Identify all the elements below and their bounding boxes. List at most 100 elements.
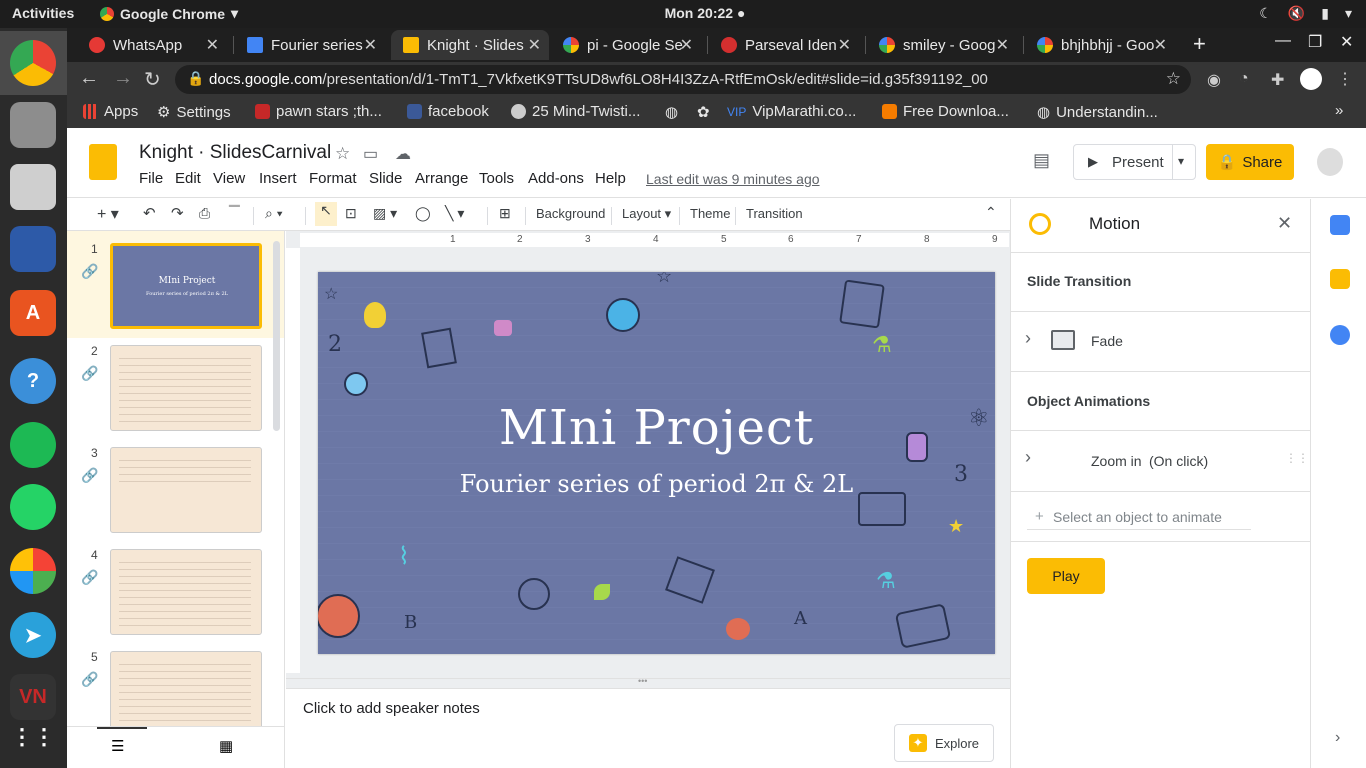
star-icon[interactable]: ☆ xyxy=(335,144,350,164)
speaker-notes[interactable]: Click to add speaker notes ✦ Explore xyxy=(286,688,1010,768)
new-slide-icon[interactable]: + ▾ xyxy=(97,204,119,224)
speaker-notes-placeholder[interactable]: Click to add speaker notes xyxy=(303,700,480,717)
account-avatar[interactable] xyxy=(1317,148,1343,176)
tab-bhjhbhjj-google[interactable]: bhjhbhjj - Goo ✕ xyxy=(1025,30,1175,60)
link-icon[interactable]: 🔗 xyxy=(81,263,98,280)
menu-format[interactable]: Format xyxy=(309,170,357,187)
present-dropdown-icon[interactable]: ▾ xyxy=(1178,154,1184,168)
image-icon[interactable]: ▨ ▾ xyxy=(373,205,397,222)
menu-edit[interactable]: Edit xyxy=(175,170,201,187)
bookmark-star-icon[interactable]: ☆ xyxy=(1166,69,1181,89)
text-box-icon[interactable]: ⊡ xyxy=(345,205,357,222)
slide-thumbnail-2[interactable] xyxy=(110,345,262,431)
menu-file[interactable]: File xyxy=(139,170,163,187)
menu-insert[interactable]: Insert xyxy=(259,170,297,187)
close-icon[interactable]: ✕ xyxy=(528,35,541,55)
spotify-dock-icon[interactable] xyxy=(10,422,56,468)
menu-help[interactable]: Help xyxy=(595,170,626,187)
bookmark-free-download[interactable]: Free Downloa... xyxy=(882,103,1009,120)
profile-avatar[interactable] xyxy=(1300,68,1322,90)
bookmark-apps[interactable]: Apps xyxy=(83,103,138,120)
layout-button[interactable]: Layout ▾ xyxy=(622,206,671,222)
activities-button[interactable]: Activities xyxy=(12,5,74,21)
chrome-dock-icon[interactable] xyxy=(10,40,56,86)
line-icon[interactable]: ╲ ▾ xyxy=(445,205,464,222)
comment-add-icon[interactable]: ⊞ xyxy=(499,205,511,222)
show-apps-icon[interactable]: ⋮⋮ xyxy=(10,714,56,760)
extension-icon[interactable]: ◉ xyxy=(1207,70,1221,90)
slide-thumbnail-3[interactable] xyxy=(110,447,262,533)
globe-icon[interactable]: ◍ xyxy=(665,103,678,121)
chevron-right-icon[interactable]: › xyxy=(1335,729,1340,747)
telegram-dock-icon[interactable]: ➤ xyxy=(10,612,56,658)
grid-view-icon[interactable]: ▦ xyxy=(219,737,233,755)
tab-whatsapp[interactable]: WhatsApp ✕ xyxy=(77,30,227,60)
forward-icon[interactable]: → xyxy=(113,67,133,90)
tab-pi-google-search[interactable]: pi - Google Se ✕ xyxy=(551,30,701,60)
speaker-dock-icon[interactable] xyxy=(10,164,56,210)
clock[interactable]: Mon 20:22 ● xyxy=(640,5,770,21)
slide-thumbnail-1[interactable]: MIni Project Fourier series of period 2π… xyxy=(110,243,262,329)
tab-knight-slides[interactable]: Knight · Slides ✕ xyxy=(391,30,549,60)
document-title[interactable]: Knight · SlidesCarnival xyxy=(139,142,331,164)
link-icon[interactable]: 🔗 xyxy=(81,365,98,382)
print-icon[interactable]: ⎙ xyxy=(199,205,210,222)
close-icon[interactable]: ✕ xyxy=(1154,35,1167,55)
move-folder-icon[interactable]: ▭ xyxy=(363,144,378,164)
back-icon[interactable]: ← xyxy=(79,67,99,90)
play-button[interactable]: Play xyxy=(1027,558,1105,594)
tab-parseval-identity[interactable]: Parseval Iden ✕ xyxy=(709,30,859,60)
transition-button[interactable]: Transition xyxy=(746,206,803,221)
redo-icon[interactable]: ↷ xyxy=(171,204,184,222)
close-icon[interactable]: ✕ xyxy=(206,35,219,55)
reload-icon[interactable]: ↻ xyxy=(144,67,161,92)
puzzle-icon[interactable]: ✚ xyxy=(1271,70,1284,90)
menu-addons[interactable]: Add-ons xyxy=(528,170,584,187)
maximize-icon[interactable]: ❐ xyxy=(1308,32,1322,52)
system-tray[interactable]: ☾ 🔇 ▮ ▾ xyxy=(1259,5,1352,22)
explore-button[interactable]: ✦ Explore xyxy=(894,724,994,762)
app-menu[interactable]: Google Chrome ▾ xyxy=(100,5,238,22)
bookmark-pawn-stars[interactable]: pawn stars ;th... xyxy=(255,103,382,120)
background-button[interactable]: Background xyxy=(536,206,605,221)
close-icon[interactable]: ✕ xyxy=(838,35,851,55)
notes-resize-handle[interactable]: ••• xyxy=(286,676,1010,688)
tab-fourier-series[interactable]: Fourier series ✕ xyxy=(235,30,385,60)
files-dock-icon[interactable] xyxy=(10,102,56,148)
new-tab-icon[interactable]: + xyxy=(1193,31,1206,57)
bookmark-settings[interactable]: ⚙ Settings xyxy=(157,103,231,122)
collapse-toolbar-icon[interactable]: ⌃ xyxy=(985,204,997,221)
comments-icon[interactable]: ▤ xyxy=(1033,150,1050,171)
writer-dock-icon[interactable] xyxy=(10,226,56,272)
lock-icon[interactable]: 🔒 xyxy=(187,70,204,87)
bookmark-vipmarathi[interactable]: VIP VipMarathi.co... xyxy=(727,103,856,120)
menu-arrange[interactable]: Arrange xyxy=(415,170,468,187)
slides-logo-icon[interactable] xyxy=(89,144,117,180)
link-icon[interactable]: 🔗 xyxy=(81,671,98,688)
close-icon[interactable]: ✕ xyxy=(1277,213,1292,234)
link-icon[interactable]: 🔗 xyxy=(81,467,98,484)
tasks-icon[interactable] xyxy=(1330,325,1350,345)
whatsapp-dock-icon[interactable] xyxy=(10,484,56,530)
undo-icon[interactable]: ↶ xyxy=(143,204,156,222)
transition-row[interactable]: › Fade xyxy=(1011,312,1311,370)
select-icon[interactable]: ↖ xyxy=(315,202,337,226)
close-icon[interactable]: ✕ xyxy=(364,35,377,55)
drag-handle-icon[interactable]: ⋮⋮ xyxy=(1285,451,1309,465)
tab-smiley-google[interactable]: smiley - Goog ✕ xyxy=(867,30,1017,60)
link-icon[interactable]: 🔗 xyxy=(81,569,98,586)
menu-view[interactable]: View xyxy=(213,170,245,187)
slide-thumbnail-4[interactable] xyxy=(110,549,262,635)
last-edit-link[interactable]: Last edit was 9 minutes ago xyxy=(646,171,820,187)
add-animation-button[interactable]: + Select an object to animate xyxy=(1027,504,1251,530)
slide-subtitle[interactable]: Fourier series of period 2π & 2L xyxy=(318,470,995,498)
keep-icon[interactable] xyxy=(1330,269,1350,289)
filmstrip-scrollbar[interactable] xyxy=(273,241,280,431)
present-button[interactable]: ▶ Present ▾ xyxy=(1073,144,1196,180)
bookmark-mind-twisting[interactable]: 25 Mind-Twisti... xyxy=(511,103,640,120)
paint-format-icon[interactable]: ▔ xyxy=(229,205,240,222)
share-button[interactable]: 🔒 Share xyxy=(1206,144,1294,180)
theme-button[interactable]: Theme xyxy=(690,206,730,221)
menu-slide[interactable]: Slide xyxy=(369,170,402,187)
close-icon[interactable]: ✕ xyxy=(680,35,693,55)
